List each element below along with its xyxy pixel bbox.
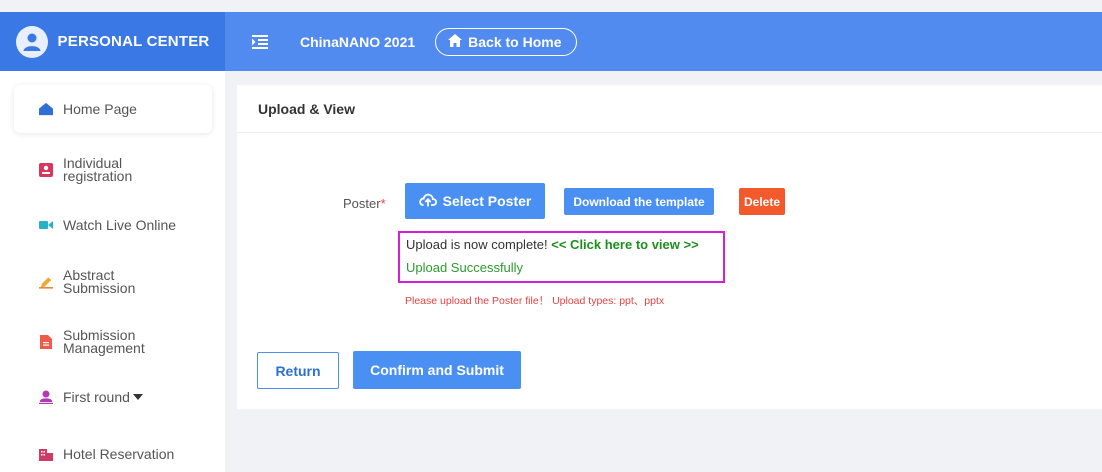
- back-to-home-button[interactable]: Back to Home: [435, 27, 577, 56]
- sidebar-item-watch-live-online[interactable]: Watch Live Online: [14, 205, 212, 245]
- upload-complete-message: Upload is now complete! << Click here to…: [406, 237, 699, 252]
- panel-header: Upload & View: [237, 85, 1102, 133]
- view-upload-link[interactable]: << Click here to view >>: [551, 237, 698, 252]
- delete-button[interactable]: Delete: [739, 188, 785, 215]
- select-poster-label: Select Poster: [442, 193, 532, 209]
- sidebar-item-label: Abstract Submission: [63, 267, 136, 296]
- chevron-down-icon: [132, 394, 143, 400]
- brand-area: PERSONAL CENTER: [0, 12, 225, 71]
- home-icon: [39, 102, 53, 116]
- sidebar-item-hotel-reservation[interactable]: Hotel Reservation: [14, 439, 212, 469]
- pen-icon: [39, 275, 53, 289]
- poster-field-label: Poster*: [343, 196, 386, 211]
- sidebar-item-home-page[interactable]: Home Page: [14, 85, 212, 133]
- upload-type-hint: Please upload the Poster file！ Upload ty…: [405, 295, 665, 307]
- sidebar-item-label: Individual registration: [63, 155, 133, 184]
- id-card-icon: [39, 163, 53, 177]
- sidebar-item-submission-management[interactable]: Submission Management: [14, 319, 212, 365]
- sidebar-item-abstract-submission[interactable]: Abstract Submission: [14, 259, 212, 305]
- page-title: Upload & View: [258, 100, 355, 117]
- document-icon: [39, 335, 53, 349]
- download-template-button[interactable]: Download the template: [564, 188, 714, 215]
- upload-panel: Upload & View Poster* Select Poster Down…: [237, 85, 1102, 409]
- sidebar-item-individual-registration[interactable]: Individual registration: [14, 145, 212, 195]
- nav-bar: ChinaNANO 2021 Back to Home: [225, 12, 1102, 71]
- upload-status-box: Upload is now complete! << Click here to…: [398, 231, 725, 283]
- return-button[interactable]: Return: [257, 352, 339, 389]
- upload-complete-text: Upload is now complete!: [406, 237, 548, 252]
- user-avatar-icon: [15, 25, 48, 58]
- poster-label-text: Poster: [343, 196, 381, 211]
- sidebar-item-label: Watch Live Online: [63, 216, 177, 233]
- required-mark: *: [380, 196, 386, 211]
- sidebar: Home Page Individual registration Watch L…: [0, 71, 225, 472]
- brand-label: PERSONAL CENTER: [57, 33, 210, 50]
- sidebar-item-label: Home Page: [63, 100, 137, 117]
- menu-toggle-icon[interactable]: [252, 34, 270, 50]
- home-icon: [448, 33, 463, 50]
- hotel-icon: [39, 447, 53, 461]
- top-header: PERSONAL CENTER ChinaNANO 2021 Back to H…: [0, 12, 1102, 71]
- upload-success-message: Upload Successfully: [406, 260, 524, 275]
- app-window: PERSONAL CENTER ChinaNANO 2021 Back to H…: [0, 0, 1102, 472]
- video-icon: [39, 218, 53, 232]
- confirm-submit-button[interactable]: Confirm and Submit: [353, 351, 521, 389]
- user-icon: [39, 390, 53, 404]
- sidebar-item-first-round[interactable]: First round: [14, 381, 212, 413]
- cloud-upload-icon: [418, 193, 437, 210]
- sidebar-item-label: First round: [63, 388, 130, 405]
- back-to-home-label: Back to Home: [468, 33, 562, 50]
- sidebar-item-label: Submission Management: [63, 327, 145, 356]
- sidebar-item-label: Hotel Reservation: [63, 445, 175, 462]
- conference-title: ChinaNANO 2021: [300, 33, 416, 50]
- select-poster-button[interactable]: Select Poster: [405, 183, 545, 219]
